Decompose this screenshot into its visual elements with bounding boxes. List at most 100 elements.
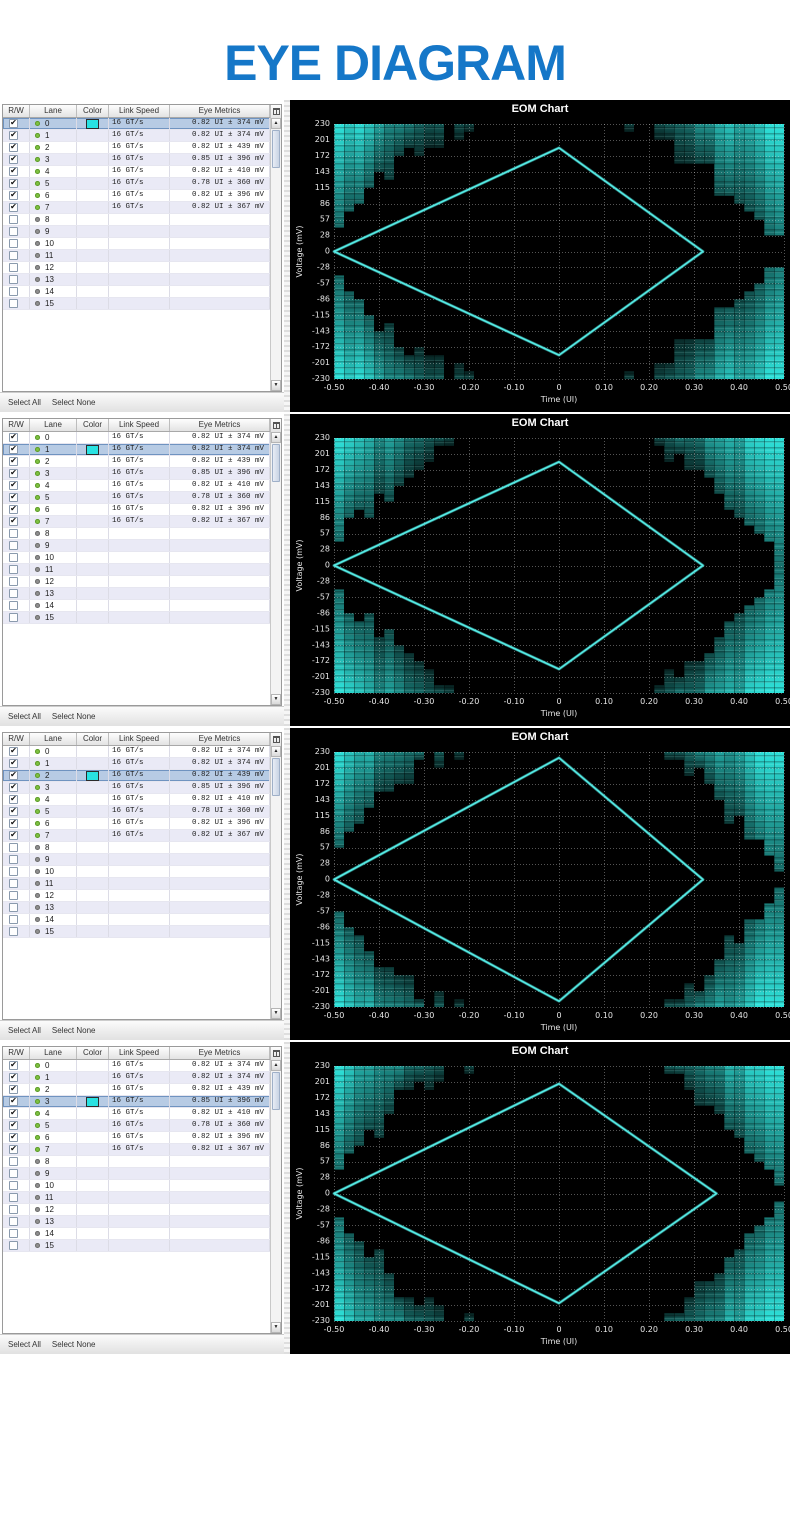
column-chooser-button[interactable]	[270, 733, 281, 746]
select-none-link[interactable]: Select None	[52, 712, 96, 721]
lane-row[interactable]: 7 16 GT/s 0.82 UI ± 367 mV	[3, 516, 270, 528]
rw-checkbox[interactable]	[9, 589, 18, 598]
lane-row[interactable]: 15	[3, 298, 270, 310]
header-eye-metrics[interactable]: Eye Metrics	[170, 419, 270, 431]
rw-checkbox[interactable]	[9, 143, 18, 152]
lane-row[interactable]: 10	[3, 866, 270, 878]
rw-checkbox[interactable]	[9, 601, 18, 610]
header-rw[interactable]: R/W	[3, 1047, 30, 1059]
select-all-link[interactable]: Select All	[8, 1340, 41, 1349]
lane-row[interactable]: 3 16 GT/s 0.85 UI ± 396 mV	[3, 468, 270, 480]
lane-row[interactable]: 5 16 GT/s 0.78 UI ± 360 mV	[3, 492, 270, 504]
rw-checkbox[interactable]	[9, 879, 18, 888]
header-color[interactable]: Color	[77, 1047, 109, 1059]
header-eye-metrics[interactable]: Eye Metrics	[170, 733, 270, 745]
header-eye-metrics[interactable]: Eye Metrics	[170, 105, 270, 117]
column-chooser-button[interactable]	[270, 1047, 281, 1060]
rw-checkbox[interactable]	[9, 927, 18, 936]
lane-row[interactable]: 9	[3, 1168, 270, 1180]
lane-row[interactable]: 13	[3, 902, 270, 914]
table-scrollbar[interactable]: ▲ ▼	[270, 746, 281, 1019]
rw-checkbox[interactable]	[9, 795, 18, 804]
lane-row[interactable]: 14	[3, 1228, 270, 1240]
header-lane[interactable]: Lane	[30, 733, 77, 745]
lane-row[interactable]: 14	[3, 286, 270, 298]
lane-row[interactable]: 15	[3, 1240, 270, 1252]
rw-checkbox[interactable]	[9, 1193, 18, 1202]
lane-row[interactable]: 7 16 GT/s 0.82 UI ± 367 mV	[3, 830, 270, 842]
lane-row[interactable]: 2 16 GT/s 0.82 UI ± 439 mV	[3, 1084, 270, 1096]
lane-row[interactable]: 5 16 GT/s 0.78 UI ± 360 mV	[3, 1120, 270, 1132]
lane-row[interactable]: 0 16 GT/s 0.82 UI ± 374 mV	[3, 1060, 270, 1072]
header-lane[interactable]: Lane	[30, 1047, 77, 1059]
rw-checkbox[interactable]	[9, 819, 18, 828]
rw-checkbox[interactable]	[9, 855, 18, 864]
select-none-link[interactable]: Select None	[52, 1026, 96, 1035]
scrollbar-thumb[interactable]	[272, 758, 280, 796]
lane-row[interactable]: 13	[3, 1216, 270, 1228]
rw-checkbox[interactable]	[9, 1169, 18, 1178]
header-color[interactable]: Color	[77, 105, 109, 117]
header-rw[interactable]: R/W	[3, 733, 30, 745]
table-scrollbar[interactable]: ▲ ▼	[270, 432, 281, 705]
lane-row[interactable]: 7 16 GT/s 0.82 UI ± 367 mV	[3, 202, 270, 214]
rw-checkbox[interactable]	[9, 759, 18, 768]
scrollbar-thumb[interactable]	[272, 444, 280, 482]
lane-row[interactable]: 14	[3, 914, 270, 926]
lane-row[interactable]: 14	[3, 600, 270, 612]
rw-checkbox[interactable]	[9, 203, 18, 212]
lane-row[interactable]: 8	[3, 1156, 270, 1168]
lane-row[interactable]: 7 16 GT/s 0.82 UI ± 367 mV	[3, 1144, 270, 1156]
rw-checkbox[interactable]	[9, 469, 18, 478]
rw-checkbox[interactable]	[9, 191, 18, 200]
lane-row[interactable]: 10	[3, 238, 270, 250]
select-all-link[interactable]: Select All	[8, 712, 41, 721]
lane-row[interactable]: 4 16 GT/s 0.82 UI ± 410 mV	[3, 1108, 270, 1120]
rw-checkbox[interactable]	[9, 445, 18, 454]
scroll-down-button[interactable]: ▼	[271, 1322, 281, 1333]
header-link-speed[interactable]: Link Speed	[109, 105, 170, 117]
lane-row[interactable]: 2 16 GT/s 0.82 UI ± 439 mV	[3, 142, 270, 154]
lane-row[interactable]: 13	[3, 274, 270, 286]
rw-checkbox[interactable]	[9, 275, 18, 284]
lane-row[interactable]: 0 16 GT/s 0.82 UI ± 374 mV	[3, 432, 270, 444]
rw-checkbox[interactable]	[9, 771, 18, 780]
lane-row[interactable]: 8	[3, 528, 270, 540]
lane-row[interactable]: 4 16 GT/s 0.82 UI ± 410 mV	[3, 166, 270, 178]
rw-checkbox[interactable]	[9, 179, 18, 188]
rw-checkbox[interactable]	[9, 1109, 18, 1118]
rw-checkbox[interactable]	[9, 807, 18, 816]
rw-checkbox[interactable]	[9, 119, 18, 128]
lane-row[interactable]: 1 16 GT/s 0.82 UI ± 374 mV	[3, 130, 270, 142]
lane-row[interactable]: 13	[3, 588, 270, 600]
lane-row[interactable]: 12	[3, 262, 270, 274]
lane-row[interactable]: 15	[3, 612, 270, 624]
lane-row[interactable]: 5 16 GT/s 0.78 UI ± 360 mV	[3, 806, 270, 818]
header-color[interactable]: Color	[77, 419, 109, 431]
lane-row[interactable]: 15	[3, 926, 270, 938]
rw-checkbox[interactable]	[9, 1181, 18, 1190]
table-scrollbar[interactable]: ▲ ▼	[270, 118, 281, 391]
rw-checkbox[interactable]	[9, 263, 18, 272]
scroll-up-button[interactable]: ▲	[271, 1060, 281, 1071]
select-all-link[interactable]: Select All	[8, 398, 41, 407]
column-chooser-button[interactable]	[270, 419, 281, 432]
rw-checkbox[interactable]	[9, 891, 18, 900]
scrollbar-thumb[interactable]	[272, 1072, 280, 1110]
rw-checkbox[interactable]	[9, 915, 18, 924]
scroll-up-button[interactable]: ▲	[271, 432, 281, 443]
lane-row[interactable]: 8	[3, 842, 270, 854]
header-link-speed[interactable]: Link Speed	[109, 733, 170, 745]
select-none-link[interactable]: Select None	[52, 398, 96, 407]
lane-row[interactable]: 12	[3, 1204, 270, 1216]
rw-checkbox[interactable]	[9, 747, 18, 756]
lane-row[interactable]: 6 16 GT/s 0.82 UI ± 396 mV	[3, 1132, 270, 1144]
rw-checkbox[interactable]	[9, 553, 18, 562]
rw-checkbox[interactable]	[9, 577, 18, 586]
lane-row[interactable]: 0 16 GT/s 0.82 UI ± 374 mV	[3, 118, 270, 130]
lane-row[interactable]: 10	[3, 1180, 270, 1192]
rw-checkbox[interactable]	[9, 299, 18, 308]
lane-row[interactable]: 10	[3, 552, 270, 564]
lane-row[interactable]: 11	[3, 1192, 270, 1204]
rw-checkbox[interactable]	[9, 287, 18, 296]
